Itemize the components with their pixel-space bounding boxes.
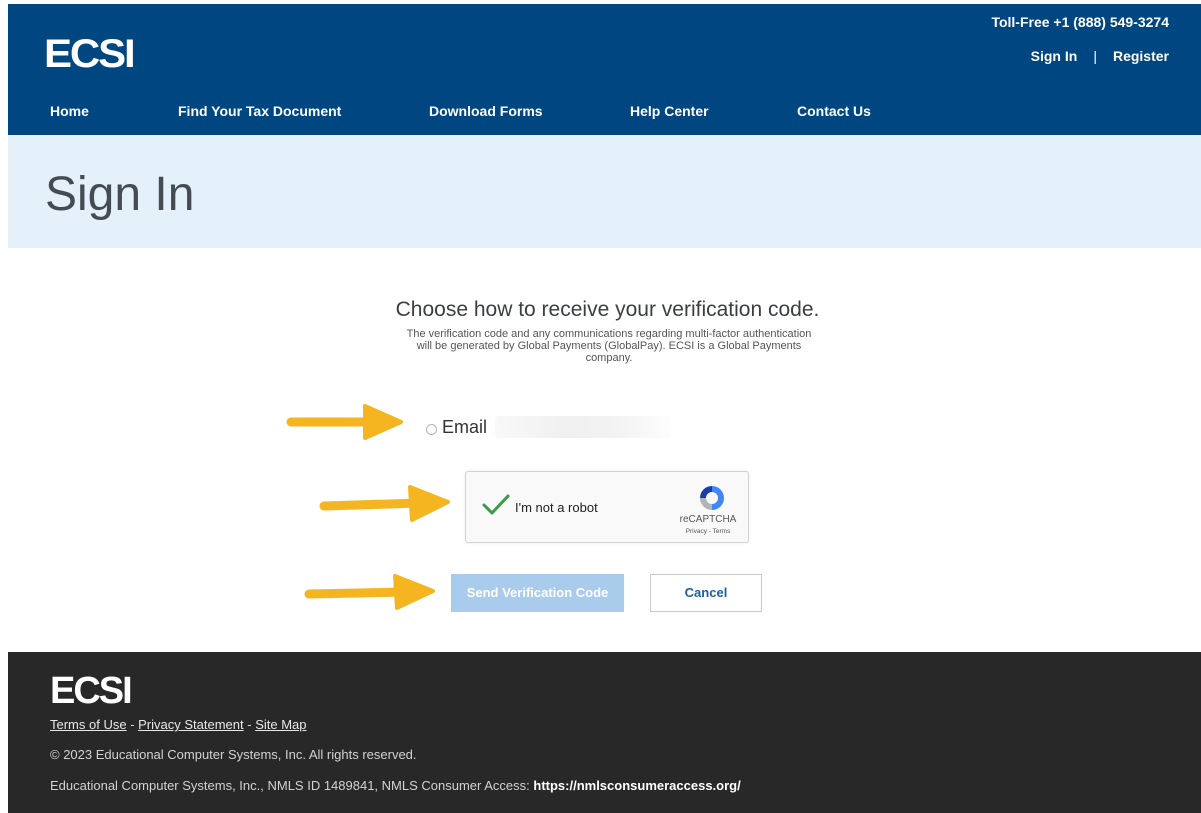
- main-nav: Home Find Your Tax Document Download For…: [50, 103, 871, 119]
- ecsi-logo[interactable]: ECSI: [44, 34, 136, 74]
- email-option[interactable]: Email: [426, 416, 672, 438]
- arrow-annotation-captcha: [319, 485, 450, 522]
- footer-ecsi-logo: ECSI: [50, 670, 133, 712]
- recaptcha-widget: I'm not a robot reCAPTCHA Privacy - Term…: [465, 471, 749, 543]
- email-option-label[interactable]: Email: [442, 417, 487, 438]
- nav-help-center[interactable]: Help Center: [630, 103, 797, 119]
- nmls-consumer-access-link[interactable]: https://nmlsconsumeraccess.org/: [533, 778, 740, 793]
- send-verification-code-button[interactable]: Send Verification Code: [451, 574, 624, 612]
- recaptcha-logo-icon: [700, 486, 724, 510]
- terms-of-use-link[interactable]: Terms of Use: [50, 717, 127, 732]
- site-footer: ECSI Terms of Use - Privacy Statement - …: [8, 652, 1201, 813]
- nmls-info: Educational Computer Systems, Inc., NMLS…: [50, 778, 741, 793]
- arrow-annotation-email: [286, 404, 403, 440]
- arrow-annotation-send: [304, 574, 435, 610]
- nav-find-tax-document[interactable]: Find Your Tax Document: [178, 103, 429, 119]
- register-link[interactable]: Register: [1113, 48, 1169, 64]
- site-header: ECSI Toll-Free +1 (888) 549-3274 Sign In…: [8, 4, 1201, 135]
- nmls-text: Educational Computer Systems, Inc., NMLS…: [50, 778, 534, 793]
- toll-free-phone[interactable]: Toll-Free +1 (888) 549-3274: [991, 14, 1169, 30]
- recaptcha-privacy-terms[interactable]: Privacy - Terms: [671, 528, 745, 535]
- footer-link-separator: -: [126, 717, 139, 732]
- email-radio[interactable]: [426, 424, 437, 435]
- privacy-statement-link[interactable]: Privacy Statement: [138, 717, 244, 732]
- redacted-email-address: [495, 416, 672, 438]
- footer-links: Terms of Use - Privacy Statement - Site …: [50, 717, 307, 732]
- page-frame: ECSI Toll-Free +1 (888) 549-3274 Sign In…: [8, 4, 1201, 813]
- page-title: Sign In: [45, 168, 195, 221]
- not-a-robot-label[interactable]: I'm not a robot: [515, 500, 598, 515]
- copyright-text: © 2023 Educational Computer Systems, Inc…: [50, 747, 417, 762]
- cancel-button[interactable]: Cancel: [650, 574, 762, 612]
- site-map-link[interactable]: Site Map: [255, 717, 306, 732]
- page-title-band: Sign In: [8, 135, 1201, 248]
- recaptcha-brand: reCAPTCHA: [679, 514, 737, 525]
- nav-home[interactable]: Home: [50, 103, 178, 119]
- sign-in-link[interactable]: Sign In: [1031, 48, 1078, 64]
- verification-note: The verification code and any communicat…: [406, 328, 812, 364]
- footer-link-separator: -: [243, 717, 256, 732]
- nav-contact-us[interactable]: Contact Us: [797, 103, 871, 119]
- account-links-separator: |: [1093, 48, 1097, 64]
- verification-heading: Choose how to receive your verification …: [395, 298, 820, 321]
- checkmark-icon[interactable]: [482, 494, 510, 516]
- nav-download-forms[interactable]: Download Forms: [429, 103, 630, 119]
- account-links: Sign In | Register: [1031, 48, 1169, 64]
